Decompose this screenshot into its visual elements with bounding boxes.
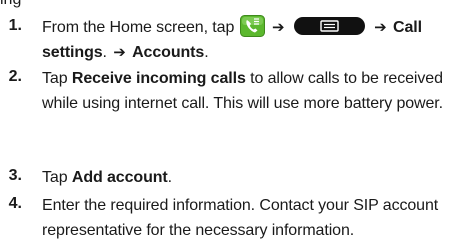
step-text: Tap Receive incoming calls to allow call… bbox=[42, 66, 467, 116]
step-text-part: . bbox=[204, 44, 209, 61]
step-number: 4. bbox=[8, 195, 22, 212]
step-number: 1. bbox=[8, 17, 22, 34]
menu-key-icon bbox=[293, 17, 365, 35]
step-text: Enter the required information. Contact … bbox=[42, 193, 467, 243]
step-text-part: Tap bbox=[42, 169, 68, 186]
arrow-icon: ➔ bbox=[374, 19, 387, 36]
arrow-icon: ➔ bbox=[271, 19, 285, 36]
step-text: Tap Add account. bbox=[42, 165, 467, 190]
step-text-part: Tap bbox=[42, 70, 68, 87]
bold-receive-incoming-calls: Receive incoming calls bbox=[71, 70, 246, 87]
bold-add-account: Add account bbox=[71, 169, 168, 186]
step-text-part: Enter the required information. Contact … bbox=[42, 197, 439, 239]
arrow-icon: ➔ bbox=[113, 44, 126, 61]
step-text: From the Home screen, tap ➔ ➔ Call setti… bbox=[42, 15, 467, 65]
bold-accounts: Accounts bbox=[132, 44, 205, 61]
step-text-part: From the Home screen, tap bbox=[42, 19, 235, 36]
step-number: 3. bbox=[8, 167, 22, 184]
step-text-part: . bbox=[167, 169, 173, 186]
phone-icon bbox=[239, 15, 265, 37]
step-number: 2. bbox=[8, 68, 22, 85]
step-text-part: . bbox=[102, 44, 107, 61]
cut-off-text: ing bbox=[0, 0, 21, 10]
